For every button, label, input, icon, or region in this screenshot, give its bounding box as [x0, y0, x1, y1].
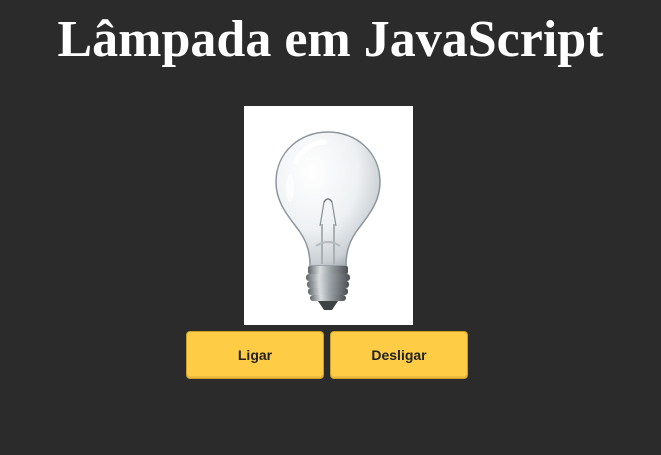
lamp-image: [244, 106, 413, 325]
page-title: Lâmpada em JavaScript: [57, 11, 604, 68]
turn-on-button[interactable]: Ligar: [186, 331, 324, 379]
turn-off-button[interactable]: Desligar: [330, 331, 468, 379]
lightbulb-icon: [275, 131, 381, 310]
